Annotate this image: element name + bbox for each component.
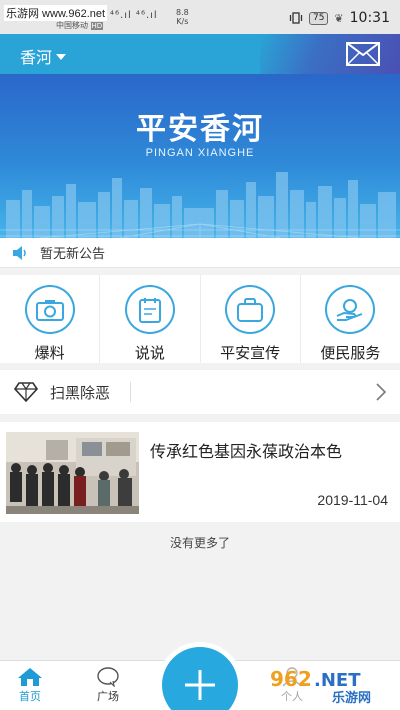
city-selector[interactable]: 香河 xyxy=(20,44,67,68)
city-skyline-image xyxy=(0,172,400,238)
article-title: 传承红色基因永葆政治本色 xyxy=(150,442,343,461)
chevron-right-icon[interactable] xyxy=(376,383,386,401)
quick-action-report[interactable]: 爆料 xyxy=(0,275,101,363)
carrier-label: 中国移动 HD xyxy=(56,21,104,30)
chevron-down-icon xyxy=(56,54,67,60)
tab-label: 首页 xyxy=(19,690,41,703)
quick-actions: 爆料 说说 平安宣传 便民服务 xyxy=(0,275,400,363)
quick-action-service[interactable]: 便民服务 xyxy=(301,275,400,363)
signal-icon: ⁴⁶.ıl ⁴⁶.ıl xyxy=(110,10,158,21)
section-title: 扫黑除恶 xyxy=(50,383,111,402)
hand-icon xyxy=(336,298,363,321)
diamond-icon xyxy=(14,382,38,402)
watermark-logo: 962 .NET 乐游网 xyxy=(262,666,394,706)
camera-icon xyxy=(35,299,64,321)
quick-action-publicity[interactable]: 平安宣传 xyxy=(201,275,301,363)
svg-text:.NET: .NET xyxy=(314,670,361,691)
article-thumbnail xyxy=(6,432,139,514)
banner[interactable]: 平安香河 PINGAN XIANGHE xyxy=(0,74,400,238)
svg-text:962: 962 xyxy=(270,667,312,691)
network-speed: 8.8 K/s xyxy=(176,8,189,26)
battery-indicator: 75 xyxy=(308,11,329,25)
clock: 10:31 xyxy=(349,10,390,26)
plus-icon xyxy=(185,670,215,700)
home-icon xyxy=(18,668,42,686)
leaf-icon: ❦ xyxy=(334,11,344,25)
quick-action-label: 平安宣传 xyxy=(220,344,281,362)
svg-text:乐游网: 乐游网 xyxy=(332,690,371,706)
banner-title: 平安香河 xyxy=(136,112,264,147)
quick-action-label: 说说 xyxy=(134,344,165,362)
mail-icon[interactable] xyxy=(346,42,380,66)
article-item[interactable]: 传承红色基因永葆政治本色 2019-11-04 xyxy=(0,422,400,522)
quick-action-label: 爆料 xyxy=(34,344,65,362)
quick-action-talk[interactable]: 说说 xyxy=(100,275,201,363)
tab-square[interactable]: 广场 xyxy=(78,661,138,710)
chat-icon xyxy=(97,667,119,687)
app-header: 香河 xyxy=(0,34,400,74)
section-anti-crime[interactable]: 扫黑除恶 xyxy=(0,370,400,414)
notice-text: 暂无新公告 xyxy=(40,247,106,262)
bag-icon xyxy=(237,297,264,322)
notice-bar[interactable]: 暂无新公告 xyxy=(0,238,400,268)
tab-label: 广场 xyxy=(97,690,119,703)
note-icon xyxy=(138,297,161,323)
city-label: 香河 xyxy=(20,48,53,67)
list-end-text: 没有更多了 xyxy=(169,536,230,550)
tab-home[interactable]: 首页 xyxy=(0,661,60,710)
article-date: 2019-11-04 xyxy=(317,492,388,508)
banner-subtitle: PINGAN XIANGHE xyxy=(145,147,255,159)
quick-action-label: 便民服务 xyxy=(320,344,381,362)
vibrate-icon xyxy=(289,12,303,24)
watermark-text: 乐游网 www.962.net xyxy=(4,5,108,21)
status-bar: 乐游网 www.962.net 中国移动 HD ⁴⁶.ıl ⁴⁶.ıl 8.8 K… xyxy=(0,0,400,34)
speaker-icon xyxy=(13,245,26,260)
